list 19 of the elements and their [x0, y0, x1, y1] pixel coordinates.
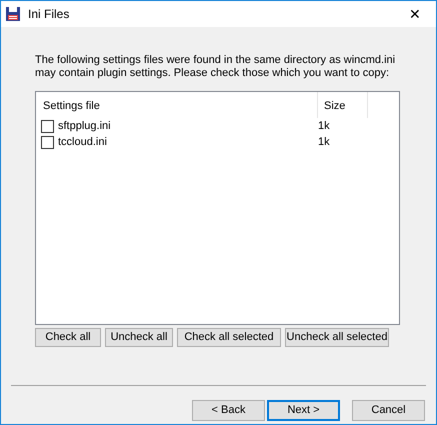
- list-button[interactable]: Check all: [35, 328, 101, 347]
- list-button[interactable]: Uncheck all: [105, 328, 173, 347]
- file-size: 1k: [318, 118, 330, 134]
- list-button[interactable]: Check all selected: [177, 328, 281, 347]
- checkbox[interactable]: [41, 136, 54, 148]
- close-button[interactable]: ✕: [400, 1, 430, 27]
- window-title: Ini Files: [28, 6, 70, 23]
- intro-text: The following settings files were found in the same directory as wincmd.ini may contain plugin settings. Please check those which you want to copy:: [35, 54, 396, 80]
- file-size: 1k: [318, 134, 330, 150]
- checkbox[interactable]: [41, 120, 54, 132]
- nav-button[interactable]: Cancel: [352, 400, 425, 421]
- list-button[interactable]: Uncheck all selected: [285, 328, 389, 347]
- file-name: tccloud.ini: [58, 134, 108, 150]
- column-header[interactable]: Size: [318, 92, 368, 118]
- nav-button[interactable]: < Back: [192, 400, 265, 421]
- file-list[interactable]: Settings file Size sftpplug.ini 1k tccloud.ini 1k: [35, 91, 400, 325]
- nav-button[interactable]: Next >: [267, 400, 340, 421]
- column-header[interactable]: Settings file: [36, 92, 318, 118]
- file-name: sftpplug.ini: [58, 118, 112, 134]
